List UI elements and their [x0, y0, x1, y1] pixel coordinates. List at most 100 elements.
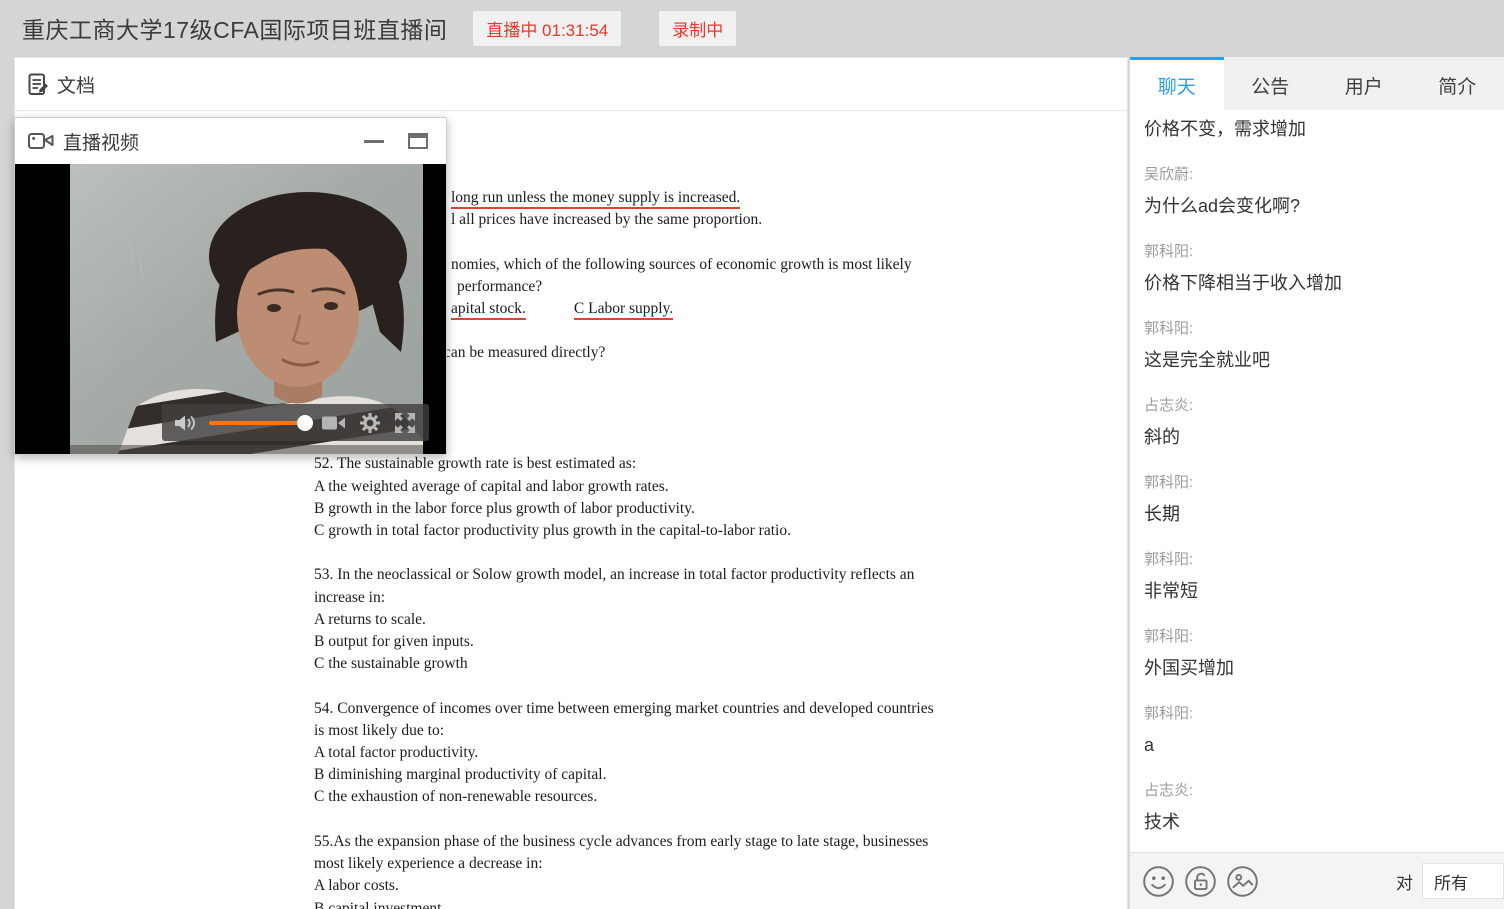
document-text-underlined: apital stock. [451, 300, 526, 320]
chat-message: 占志炎: 斜的 [1144, 396, 1490, 451]
document-text-line: increase in: [314, 587, 934, 609]
live-status-badge: 直播中 01:31:54 [473, 11, 621, 46]
chat-message-author: 郭科阳: [1144, 627, 1490, 647]
chat-tab-bar: 聊天 公告 用户 简介 [1130, 57, 1504, 110]
chat-message: 郭科阳: 长期 [1144, 473, 1490, 528]
video-window: 直播视频 [14, 117, 447, 455]
lock-icon[interactable] [1184, 865, 1217, 898]
document-text-line: C the sustainable growth [314, 653, 934, 675]
document-text-line: A total factor productivity. [314, 742, 934, 764]
chat-message-text: 非常短 [1144, 577, 1490, 605]
document-text: B growth in the labor force plus growth … [314, 500, 695, 517]
video-control-bar [162, 404, 429, 441]
document-text: A returns to scale. [314, 611, 426, 628]
chat-message: 郭科阳: a [1144, 704, 1490, 759]
volume-slider[interactable] [209, 421, 309, 425]
document-text: 54. Convergence of incomes over time bet… [314, 700, 934, 717]
image-icon[interactable] [1226, 865, 1259, 898]
chat-input-bar: 对 所有 [1130, 852, 1504, 909]
chat-message: 价格不变，需求增加 [1144, 115, 1490, 143]
document-text: can be measured directly? [444, 344, 605, 361]
chat-panel: 聊天 公告 用户 简介 价格不变，需求增加吴欣蔚:为什么ad会变化啊?郭科阳:价… [1129, 57, 1504, 909]
chat-message: 吴欣蔚: 为什么ad会变化啊? [1144, 165, 1490, 220]
document-text: nomies, which of the following sources o… [451, 256, 912, 273]
top-bar: 重庆工商大学17级CFA国际项目班直播间 直播中 01:31:54 录制中 [0, 0, 1504, 56]
document-text: most likely experience a decrease in: [314, 855, 543, 872]
document-text-line: 52. The sustainable growth rate is best … [314, 453, 934, 475]
settings-icon[interactable] [359, 412, 381, 434]
document-text-line: A labor costs. [314, 875, 934, 897]
document-text-line: 55.As the expansion phase of the busines… [314, 831, 934, 853]
chat-message-author: 郭科阳: [1144, 473, 1490, 493]
video-window-title: 直播视频 [63, 128, 340, 155]
document-text: A total factor productivity. [314, 744, 478, 761]
tab-intro[interactable]: 简介 [1411, 57, 1504, 110]
chat-message-text: a [1144, 731, 1490, 759]
document-text-line: 53. In the neoclassical or Solow growth … [314, 564, 934, 586]
chat-message-text: 技术 [1144, 808, 1490, 836]
document-text-line: C the exhaustion of non-renewable resour… [314, 786, 934, 808]
document-text: performance? [457, 278, 542, 295]
tab-users[interactable]: 用户 [1317, 57, 1411, 110]
document-text: B output for given inputs. [314, 633, 474, 650]
document-panel-header: 文档 [15, 58, 1127, 111]
emoji-icon[interactable] [1142, 865, 1175, 898]
chat-message: 郭科阳: 外国买增加 [1144, 627, 1490, 682]
tab-announcement[interactable]: 公告 [1224, 57, 1318, 110]
live-classroom-screen: 重庆工商大学17级CFA国际项目班直播间 直播中 01:31:54 录制中 文档… [0, 0, 1504, 909]
chat-message-text: 外国买增加 [1144, 654, 1490, 682]
chat-message-author: 郭科阳: [1144, 242, 1490, 262]
document-text-line: 54. Convergence of incomes over time bet… [314, 698, 934, 720]
chat-message-text: 为什么ad会变化啊? [1144, 192, 1490, 220]
webcam-toggle-icon[interactable] [322, 414, 346, 432]
chat-message-author: 占志炎: [1144, 781, 1490, 801]
document-text: 55.As the expansion phase of the busines… [314, 833, 928, 850]
document-text: B capital investment [314, 900, 441, 909]
document-text: C the exhaustion of non-renewable resour… [314, 788, 597, 805]
document-text-line: C growth in total factor productivity pl… [314, 520, 934, 542]
chat-message: 郭科阳: 非常短 [1144, 550, 1490, 605]
audience-select[interactable]: 所有 [1422, 863, 1504, 899]
minimize-button[interactable] [364, 140, 384, 143]
maximize-button[interactable] [408, 133, 428, 149]
document-text: is most likely due to: [314, 722, 444, 739]
minimize-icon [364, 140, 384, 143]
document-text-line: A returns to scale. [314, 609, 934, 631]
document-panel-title: 文档 [57, 71, 95, 98]
document-text-underlined: C Labor supply. [574, 300, 673, 320]
chat-message-list[interactable]: 价格不变，需求增加吴欣蔚:为什么ad会变化啊?郭科阳:价格下降相当于收入增加郭科… [1130, 110, 1504, 852]
fullscreen-icon[interactable] [394, 412, 416, 434]
chat-message-author: 吴欣蔚: [1144, 165, 1490, 185]
document-text: C growth in total factor productivity pl… [314, 522, 791, 539]
chat-message-text: 这是完全就业吧 [1144, 346, 1490, 374]
document-icon [28, 73, 49, 96]
chat-message-text: 价格下降相当于收入增加 [1144, 269, 1490, 297]
document-text-line [314, 675, 934, 697]
document-text: C the sustainable growth [314, 655, 468, 672]
chat-message-author: 郭科阳: [1144, 550, 1490, 570]
document-text-line: A the weighted average of capital and la… [314, 476, 934, 498]
video-window-titlebar[interactable]: 直播视频 [15, 118, 446, 164]
volume-icon[interactable] [174, 414, 196, 432]
chat-message-text: 价格不变，需求增加 [1144, 115, 1490, 143]
tab-chat[interactable]: 聊天 [1130, 57, 1224, 110]
chat-message-author: 郭科阳: [1144, 704, 1490, 724]
document-text: increase in: [314, 589, 385, 606]
chat-message-text: 长期 [1144, 500, 1490, 528]
document-text-underlined: long run unless the money supply is incr… [451, 189, 740, 209]
document-text: A the weighted average of capital and la… [314, 478, 669, 495]
video-stream[interactable] [15, 164, 446, 454]
document-text: 53. In the neoclassical or Solow growth … [314, 566, 914, 583]
document-text-line: is most likely due to: [314, 720, 934, 742]
document-text-line: B capital investment [314, 898, 934, 909]
document-text-line: B growth in the labor force plus growth … [314, 498, 934, 520]
document-text-line: B diminishing marginal productivity of c… [314, 764, 934, 786]
room-title: 重庆工商大学17级CFA国际项目班直播间 [22, 11, 447, 45]
chat-message-text: 斜的 [1144, 423, 1490, 451]
volume-slider-knob[interactable] [297, 415, 313, 431]
document-text-line [314, 809, 934, 831]
camera-icon [28, 131, 54, 151]
document-text-line [314, 542, 934, 564]
document-text: l all prices have increased by the same … [451, 211, 762, 228]
chat-message-author: 占志炎: [1144, 396, 1490, 416]
